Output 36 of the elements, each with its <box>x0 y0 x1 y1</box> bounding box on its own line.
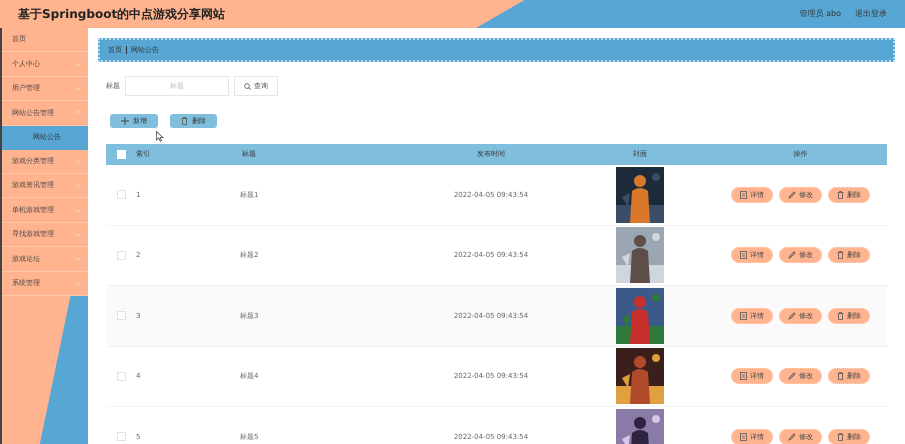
chevron-icon <box>74 86 82 91</box>
document-icon <box>740 251 747 260</box>
checkbox[interactable] <box>116 372 126 381</box>
trash-icon <box>181 117 188 125</box>
checkbox[interactable] <box>116 190 126 200</box>
chevron-icon <box>74 62 82 67</box>
pencil-icon <box>788 312 796 320</box>
checkbox[interactable] <box>116 311 126 320</box>
pencil-icon <box>788 251 796 260</box>
chevron-icon <box>74 208 82 213</box>
trash-icon <box>837 432 844 441</box>
checkbox[interactable] <box>116 250 126 260</box>
pencil-icon <box>788 190 796 199</box>
document-icon <box>740 432 747 441</box>
site-title: 基于Springboot的中点游戏分享网站 <box>18 6 226 23</box>
trash-icon <box>837 251 844 260</box>
logout-link[interactable]: 退出登录 <box>855 8 887 20</box>
checkbox[interactable] <box>116 432 126 442</box>
document-icon <box>740 312 747 320</box>
trash-icon <box>837 372 844 380</box>
chevron-icon <box>74 183 82 188</box>
user-label: 管理员 abo <box>800 8 841 20</box>
trash-icon <box>837 190 844 199</box>
chevron-icon <box>74 158 82 164</box>
search-icon <box>244 82 251 90</box>
chevron-icon <box>74 256 82 262</box>
chevron-icon <box>74 280 82 286</box>
pencil-icon <box>788 372 796 380</box>
trash-icon <box>837 312 844 320</box>
document-icon <box>740 190 747 199</box>
document-icon <box>740 372 747 380</box>
plus-icon <box>121 117 129 125</box>
pencil-icon <box>788 432 796 441</box>
chevron-icon <box>74 110 82 116</box>
chevron-icon <box>74 232 82 237</box>
cursor-icon <box>156 131 164 142</box>
